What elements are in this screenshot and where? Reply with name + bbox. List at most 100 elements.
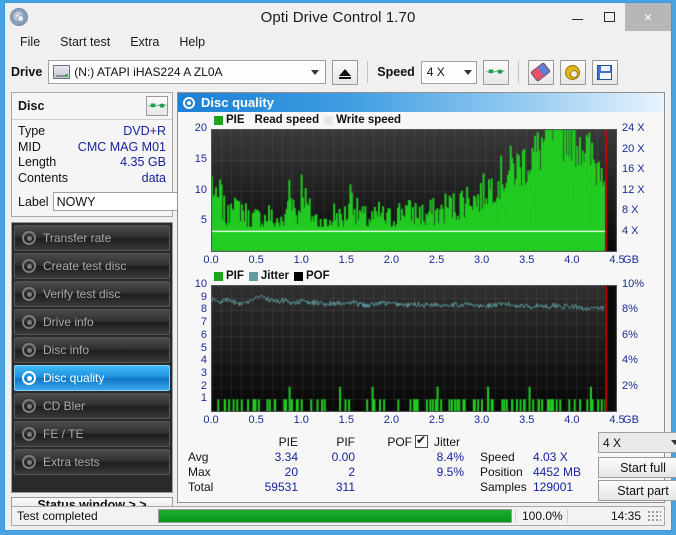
start-part-button[interactable]: Start part bbox=[598, 480, 676, 501]
legend-entry: POF bbox=[294, 270, 330, 282]
menu-start-test[interactable]: Start test bbox=[51, 33, 119, 51]
stats-pie-max: 20 bbox=[284, 465, 298, 479]
menu-file[interactable]: File bbox=[11, 33, 49, 51]
stats-col-header-pie: PIE bbox=[278, 435, 298, 449]
close-button[interactable]: × bbox=[625, 3, 671, 31]
disc-refresh-button[interactable] bbox=[146, 96, 168, 116]
x-axis-tick: 0.0 bbox=[203, 254, 219, 266]
disc-panel-header: Disc bbox=[12, 93, 172, 120]
legend-label: POF bbox=[306, 270, 330, 282]
jitter-checkbox[interactable] bbox=[415, 433, 428, 448]
resize-grip[interactable] bbox=[647, 510, 661, 522]
minimize-button[interactable] bbox=[561, 3, 593, 31]
disc-info-panel: Disc Type DVD+R MID CMC MAG M01 Length 4… bbox=[11, 92, 246, 217]
y-axis-tick: 1 bbox=[200, 392, 207, 405]
legend-label: Write speed bbox=[336, 114, 402, 126]
stats-pif-avg: 0.00 bbox=[331, 450, 355, 464]
sidebar-item-fe-te[interactable]: FE / TE bbox=[14, 421, 170, 447]
x-axis-tick: 3.5 bbox=[519, 254, 535, 266]
x-axis-tick: 0.0 bbox=[203, 414, 219, 426]
stats-samples-value: 129001 bbox=[533, 480, 574, 494]
y2-axis-tick: 4 X bbox=[622, 224, 639, 237]
legend-swatch bbox=[294, 271, 304, 281]
stats-samples-label: Samples bbox=[480, 480, 527, 494]
y-axis-tick: 7 bbox=[200, 316, 207, 329]
legend-label: Read speed bbox=[254, 114, 320, 126]
stats-pie-total: 59531 bbox=[264, 480, 298, 494]
charts-area: PIE Read speed Write speed PIF Jitter POF 5 1… bbox=[178, 112, 664, 426]
eject-button[interactable] bbox=[332, 59, 359, 85]
pif-jitter-chart-plot[interactable] bbox=[211, 285, 617, 412]
sidebar-item-verify-test-disc[interactable]: Verify test disc bbox=[14, 281, 170, 307]
settings-button[interactable] bbox=[559, 59, 586, 85]
test-speed-select-value: 4 X bbox=[603, 435, 622, 450]
menu-extra[interactable]: Extra bbox=[121, 33, 168, 51]
window-controls: × bbox=[561, 3, 671, 31]
speed-select[interactable]: 4 X bbox=[420, 60, 477, 84]
stats-speed-value: 4.03 X bbox=[533, 450, 568, 464]
gauge-icon bbox=[22, 259, 36, 273]
legend-entry: Read speed bbox=[250, 114, 320, 126]
y-axis-tick: 5 bbox=[200, 214, 207, 227]
drive-select-value: (N:) ATAPI iHAS224 A ZL0A bbox=[74, 65, 223, 79]
toolbar-divider-1 bbox=[367, 61, 369, 83]
y2-axis-tick: 24 X bbox=[622, 122, 645, 134]
y2-axis-tick: 20 X bbox=[622, 142, 645, 155]
drive-select[interactable]: (N:) ATAPI iHAS224 A ZL0A bbox=[48, 60, 327, 84]
gauge-icon bbox=[22, 427, 36, 441]
chevron-down-icon bbox=[463, 69, 472, 75]
y2-axis-tick: 12 X bbox=[622, 183, 645, 196]
refresh-button[interactable] bbox=[482, 59, 509, 85]
sidebar-item-label: Extra tests bbox=[43, 455, 100, 469]
sidebar-item-transfer-rate[interactable]: Transfer rate bbox=[14, 225, 170, 251]
x-axis-tick: 1.0 bbox=[293, 254, 309, 266]
disc-row-contents: Contents data bbox=[18, 171, 166, 187]
stats-col-header-pof: POF bbox=[387, 435, 412, 449]
chevron-down-icon bbox=[311, 69, 320, 75]
sidebar-item-label: Create test disc bbox=[43, 259, 127, 273]
save-button[interactable] bbox=[591, 59, 618, 85]
y2-axis-tick: 2% bbox=[622, 379, 638, 392]
sidebar-item-disc-info[interactable]: Disc info bbox=[14, 337, 170, 363]
start-full-button[interactable]: Start full bbox=[598, 457, 676, 478]
sidebar-item-drive-info[interactable]: Drive info bbox=[14, 309, 170, 335]
y2-axis-tick: 10% bbox=[622, 278, 645, 290]
test-speed-select[interactable]: 4 X bbox=[598, 432, 676, 453]
erase-button[interactable] bbox=[527, 59, 554, 85]
disc-label-row: Label bbox=[12, 189, 246, 216]
pie-chart-legend: PIE Read speed Write speed bbox=[214, 114, 401, 126]
disc-row-type: Type DVD+R bbox=[18, 124, 166, 140]
sidebar-item-label: Disc quality bbox=[43, 371, 105, 385]
stats-row-header-max: Max bbox=[188, 465, 211, 479]
x-axis-unit: GB bbox=[623, 254, 639, 266]
y-axis-tick: 15 bbox=[194, 152, 207, 165]
gauge-icon bbox=[22, 371, 36, 385]
main-body: Disc Type DVD+R MID CMC MAG M01 Length 4… bbox=[5, 89, 676, 513]
x-axis-tick: 1.5 bbox=[338, 254, 354, 266]
x-axis-tick: 2.0 bbox=[383, 414, 400, 426]
progress-bar bbox=[158, 509, 512, 523]
y2-axis-tick: 8 X bbox=[622, 204, 639, 216]
stats-col-header-jitter: Jitter bbox=[434, 435, 461, 449]
stats-col-header-pif: PIF bbox=[336, 435, 355, 449]
pie-chart-plot[interactable] bbox=[211, 129, 617, 252]
legend-swatch bbox=[214, 271, 223, 281]
progress-bar-fill bbox=[159, 510, 511, 522]
progress-percent: 100.0% bbox=[515, 509, 567, 523]
x-axis-tick: 3.0 bbox=[474, 414, 490, 426]
sidebar-item-extra-tests[interactable]: Extra tests bbox=[14, 449, 170, 475]
maximize-button[interactable] bbox=[593, 3, 625, 31]
menu-help[interactable]: Help bbox=[170, 33, 214, 51]
sidebar-item-cd-bler[interactable]: CD Bler bbox=[14, 393, 170, 419]
sidebar-item-label: CD Bler bbox=[43, 399, 86, 413]
panel-header: Disc quality bbox=[178, 93, 664, 112]
speed-label: Speed bbox=[377, 65, 415, 79]
left-column: Disc Type DVD+R MID CMC MAG M01 Length 4… bbox=[11, 92, 246, 513]
speed-select-value: 4 X bbox=[426, 65, 445, 79]
gauge-icon bbox=[22, 287, 36, 301]
y-axis-tick: 10 bbox=[194, 183, 207, 196]
sidebar-item-disc-quality[interactable]: Disc quality bbox=[14, 365, 170, 391]
sidebar-item-create-test-disc[interactable]: Create test disc bbox=[14, 253, 170, 279]
gauge-icon bbox=[22, 399, 36, 413]
